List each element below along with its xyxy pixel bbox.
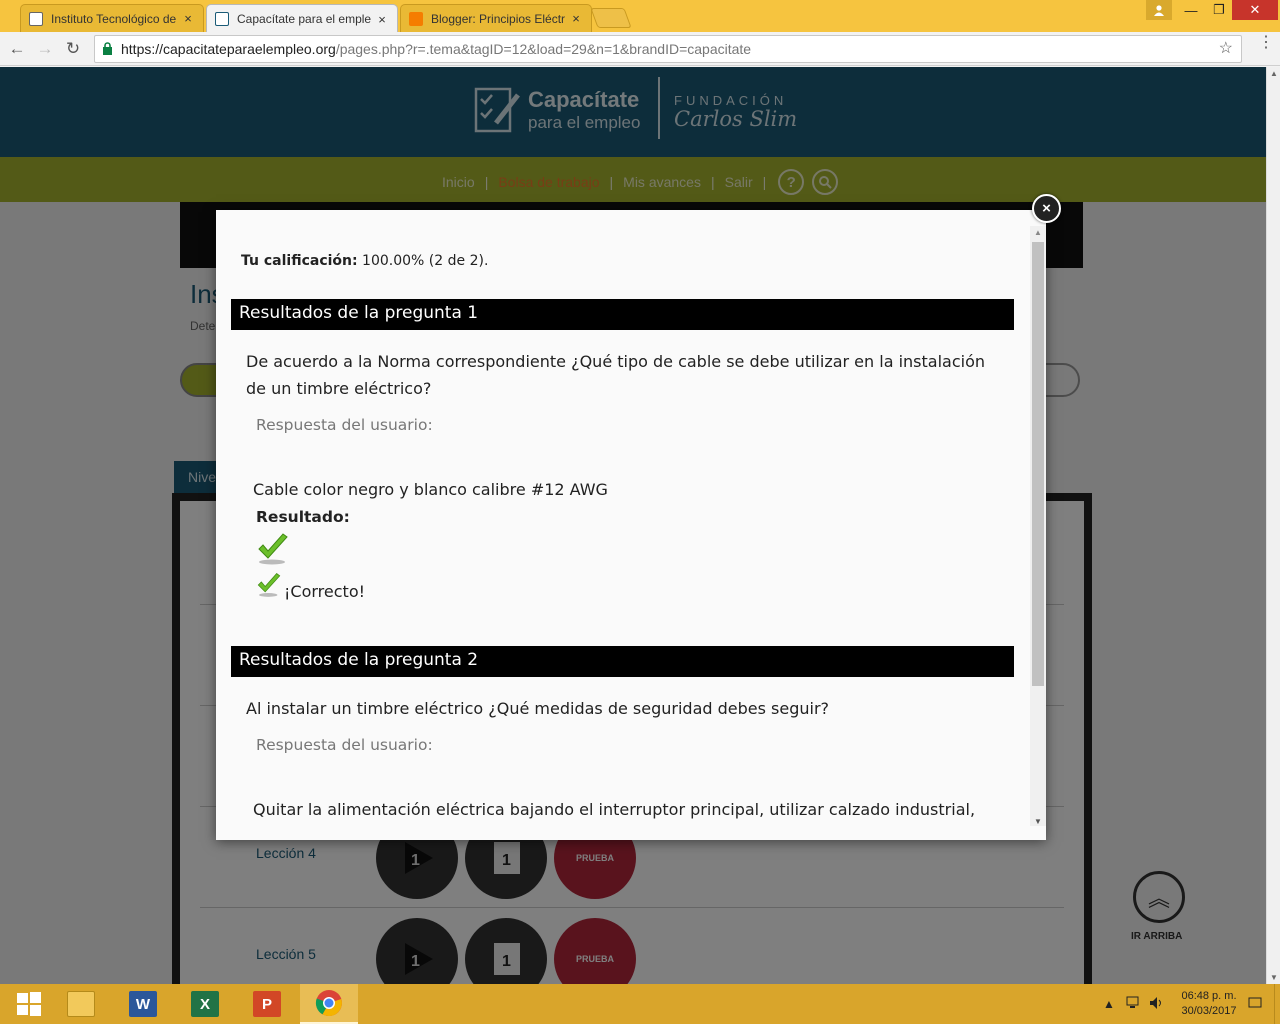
document-icon [29, 11, 43, 26]
start-button[interactable] [0, 984, 58, 1024]
folder-icon [67, 991, 95, 1017]
window-close-button[interactable]: ✕ [1232, 0, 1278, 20]
windows-taskbar: W X P ▲ 06:48 p. m. 30/03/2017 [0, 984, 1280, 1024]
new-tab-button[interactable] [590, 8, 632, 28]
chrome-icon [315, 990, 342, 1017]
minimize-button[interactable]: — [1176, 0, 1206, 20]
modal-close-button[interactable]: × [1032, 194, 1061, 223]
user-answer-1: Cable color negro y blanco calibre #12 A… [253, 480, 608, 499]
question-2-header: Resultados de la pregunta 2 [231, 646, 1014, 677]
tab-title: Blogger: Principios Eléctr [431, 11, 566, 26]
close-tab-icon[interactable]: × [375, 12, 389, 27]
reload-button[interactable]: ↻ [62, 38, 84, 60]
results-modal: Tu calificación: 100.00% (2 de 2). Resul… [216, 210, 1046, 840]
notifications-icon[interactable] [1246, 996, 1264, 1013]
tab-blogger[interactable]: Blogger: Principios Eléctr × [400, 4, 592, 32]
correct-feedback: ¡Correcto! [284, 582, 366, 601]
modal-scroll-up-arrow[interactable]: ▲ [1034, 228, 1042, 237]
taskbar-chrome[interactable] [300, 984, 358, 1024]
close-tab-icon[interactable]: × [569, 11, 583, 26]
browser-toolbar: ← → ↻ https://capacitateparaelempleo.org… [0, 32, 1280, 66]
question-1-header: Resultados de la pregunta 1 [231, 299, 1014, 330]
excel-icon: X [191, 991, 219, 1017]
checklist-icon [215, 12, 229, 26]
taskbar-excel[interactable]: X [176, 984, 234, 1024]
scroll-up-arrow[interactable]: ▲ [1270, 69, 1278, 78]
checkmark-small-icon [257, 573, 281, 597]
results-content: Tu calificación: 100.00% (2 de 2). Resul… [216, 210, 1030, 840]
user-response-label: Respuesta del usuario: [256, 416, 433, 434]
maximize-button[interactable]: ❐ [1204, 0, 1234, 20]
modal-scroll-thumb[interactable] [1032, 242, 1044, 686]
browser-menu-icon[interactable]: ⋮ [1256, 35, 1276, 51]
score-label: Tu calificación: [241, 253, 358, 269]
tab-title: Instituto Tecnológico de [51, 11, 177, 26]
user-answer-2: Quitar la alimentación eléctrica bajando… [253, 800, 976, 819]
address-bar[interactable]: https://capacitateparaelempleo.org/pages… [94, 35, 1242, 63]
checkmark-icon [258, 533, 288, 565]
page-scrollbar[interactable]: ▲ ▼ [1266, 67, 1280, 984]
tray-expand-icon[interactable]: ▲ [1100, 997, 1118, 1011]
url-path: /pages.php?r=.tema&tagID=12&load=29&n=1&… [335, 41, 752, 57]
clock-time: 06:48 p. m. [1181, 990, 1237, 1002]
scroll-down-arrow[interactable]: ▼ [1270, 973, 1278, 982]
question-1-text: De acuerdo a la Norma correspondiente ¿Q… [246, 352, 986, 398]
lock-icon [103, 42, 112, 55]
taskbar-word[interactable]: W [114, 984, 172, 1024]
windows-logo-icon [17, 992, 41, 1016]
url-host: https://capacitateparaelempleo.org [121, 41, 336, 57]
clock-date: 30/03/2017 [1181, 1005, 1237, 1017]
result-label: Resultado: [256, 508, 350, 526]
powerpoint-icon: P [253, 991, 281, 1017]
system-tray: ▲ 06:48 p. m. 30/03/2017 [1100, 984, 1280, 1024]
user-response-label: Respuesta del usuario: [256, 736, 433, 754]
close-tab-icon[interactable]: × [181, 11, 195, 26]
word-icon: W [129, 991, 157, 1017]
modal-scrollbar[interactable]: ▲ ▼ [1030, 226, 1046, 826]
browser-tabstrip: Instituto Tecnológico de × Capacítate pa… [0, 0, 1280, 33]
question-2-text: Al instalar un timbre eléctrico ¿Qué med… [246, 699, 830, 718]
network-icon[interactable] [1124, 996, 1142, 1013]
taskbar-file-explorer[interactable] [52, 984, 110, 1024]
back-button[interactable]: ← [6, 38, 28, 60]
tab-title: Capacítate para el emple [237, 12, 372, 26]
score-value: 100.00% (2 de 2). [357, 253, 489, 269]
tab-instituto[interactable]: Instituto Tecnológico de × [20, 4, 204, 32]
show-desktop-button[interactable] [1274, 984, 1280, 1024]
blogger-icon [409, 11, 423, 26]
bookmark-star-icon[interactable]: ☆ [1219, 36, 1233, 62]
taskbar-powerpoint[interactable]: P [238, 984, 296, 1024]
user-profile-icon[interactable] [1146, 0, 1172, 20]
modal-scroll-down-arrow[interactable]: ▼ [1034, 817, 1042, 826]
tab-capacitate[interactable]: Capacítate para el emple × [206, 4, 398, 33]
score-line: Tu calificación: 100.00% (2 de 2). [241, 253, 488, 269]
forward-button[interactable]: → [34, 38, 56, 60]
taskbar-clock[interactable]: 06:48 p. m. 30/03/2017 [1172, 989, 1246, 1019]
volume-icon[interactable] [1148, 996, 1166, 1013]
